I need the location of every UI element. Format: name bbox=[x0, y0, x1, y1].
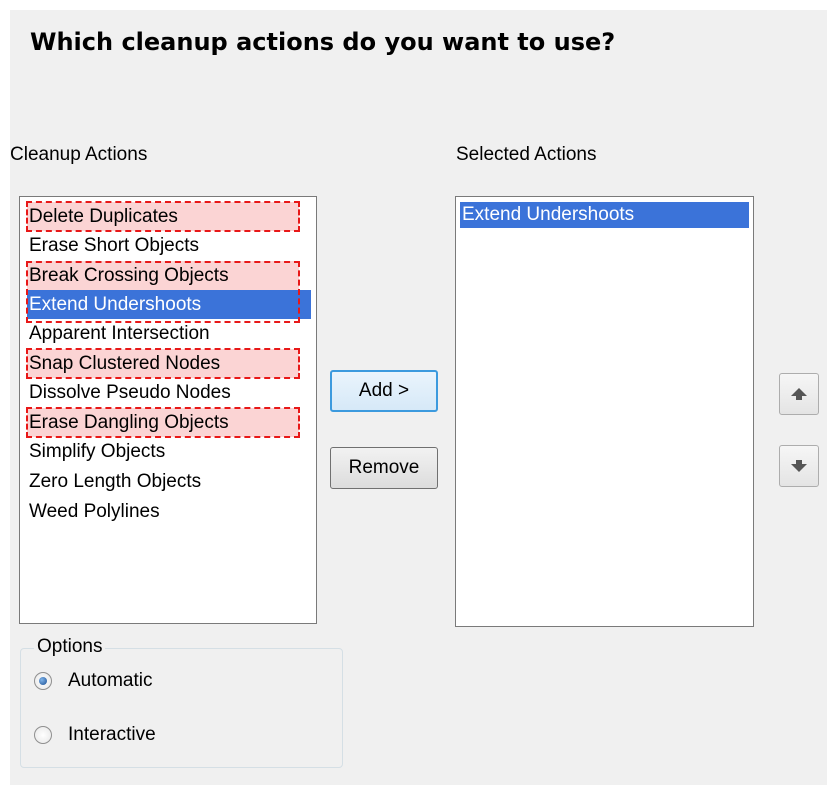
list-item-break-crossing-objects[interactable]: Break Crossing Objects bbox=[27, 261, 299, 290]
list-item-simplify-objects[interactable]: Simplify Objects bbox=[27, 437, 165, 466]
list-item-erase-dangling-objects[interactable]: Erase Dangling Objects bbox=[26, 407, 300, 438]
list-item-extend-undershoots[interactable]: Extend Undershoots bbox=[27, 290, 311, 319]
interactive-radio[interactable] bbox=[34, 726, 52, 744]
options-group bbox=[20, 648, 343, 768]
selected-actions-list[interactable]: Extend Undershoots bbox=[455, 196, 754, 627]
move-up-button[interactable] bbox=[779, 373, 819, 415]
list-item-zero-length-objects[interactable]: Zero Length Objects bbox=[27, 467, 201, 496]
list-item-delete-duplicates[interactable]: Delete Duplicates bbox=[26, 201, 300, 232]
cleanup-actions-list[interactable]: Delete Duplicates Erase Short Objects Br… bbox=[19, 196, 317, 624]
page-title: Which cleanup actions do you want to use… bbox=[30, 28, 616, 56]
list-item-snap-clustered-nodes[interactable]: Snap Clustered Nodes bbox=[26, 348, 300, 379]
list-item-dissolve-pseudo-nodes[interactable]: Dissolve Pseudo Nodes bbox=[27, 378, 231, 407]
options-title: Options bbox=[34, 636, 106, 658]
interactive-radio-label[interactable]: Interactive bbox=[68, 724, 156, 746]
automatic-radio-label[interactable]: Automatic bbox=[68, 670, 152, 692]
arrow-down-icon bbox=[791, 460, 807, 472]
selected-actions-label: Selected Actions bbox=[456, 144, 597, 165]
add-button[interactable]: Add > bbox=[330, 370, 438, 412]
automatic-radio[interactable] bbox=[34, 672, 52, 690]
list-item-weed-polylines[interactable]: Weed Polylines bbox=[27, 497, 160, 526]
list-item-apparent-intersection[interactable]: Apparent Intersection bbox=[27, 319, 210, 348]
remove-button[interactable]: Remove bbox=[330, 447, 438, 489]
move-down-button[interactable] bbox=[779, 445, 819, 487]
list-item-extend-undershoots-selected[interactable]: Extend Undershoots bbox=[460, 202, 749, 228]
radio-selected-dot bbox=[39, 677, 47, 685]
cleanup-actions-label: Cleanup Actions bbox=[10, 144, 148, 165]
arrow-up-icon bbox=[791, 388, 807, 400]
list-item-erase-short-objects[interactable]: Erase Short Objects bbox=[27, 231, 199, 260]
